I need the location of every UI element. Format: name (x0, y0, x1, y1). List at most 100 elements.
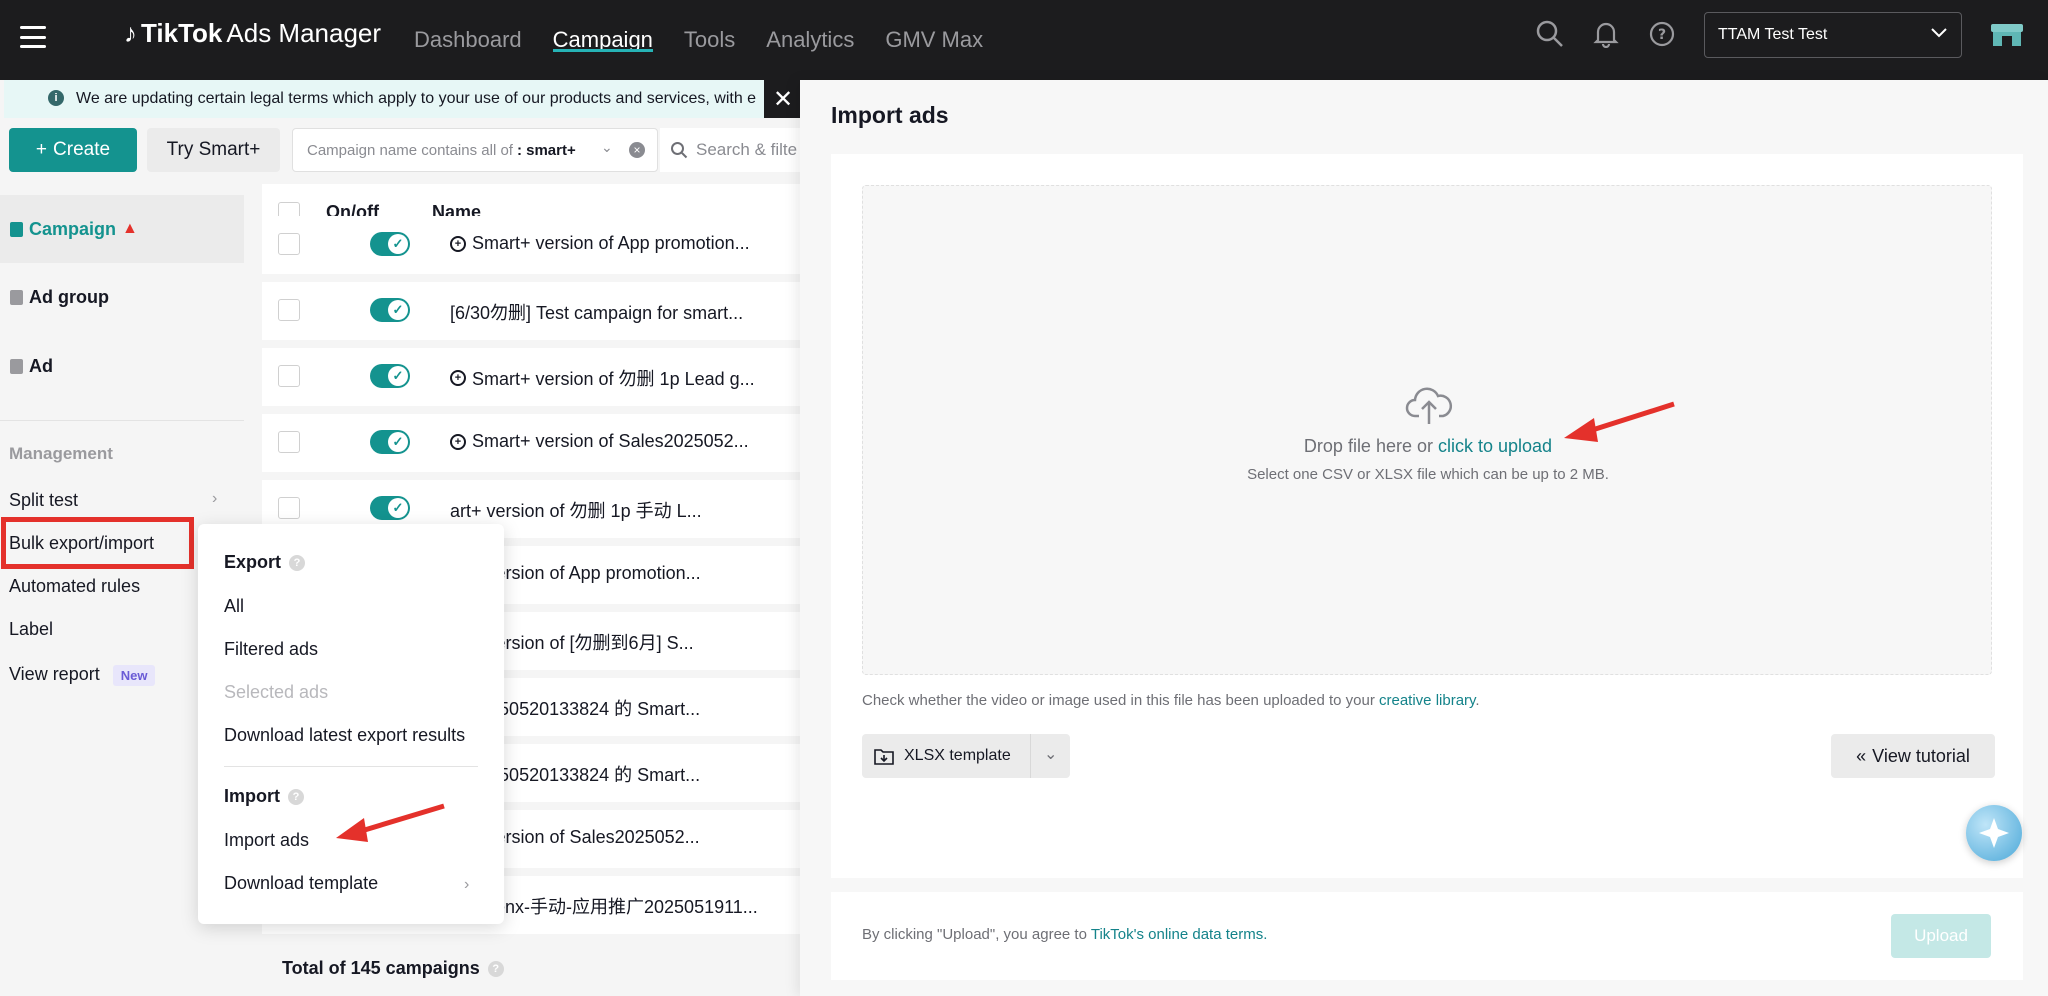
nav-gmv-max[interactable]: GMV Max (885, 0, 983, 80)
status-toggle[interactable] (370, 496, 410, 520)
menu-icon[interactable] (20, 26, 46, 48)
sidebar-item-label[interactable]: Label (9, 619, 53, 640)
campaign-name[interactable]: art+ version of 勿删 1p 手动 L... (450, 497, 702, 523)
campaign-name[interactable]: + Smart+ version of 勿删 1p Lead g... (450, 365, 755, 391)
management-heading: Management (9, 444, 113, 463)
ai-assistant-icon[interactable] (1966, 805, 2022, 861)
chevron-right-icon: › (464, 876, 470, 893)
sidebar-item-ad[interactable]: Ad (0, 332, 244, 400)
arrow-annotation (1564, 401, 1675, 442)
import-ads[interactable]: Import ads (224, 830, 309, 851)
filter-chip-value: : smart+ (516, 141, 576, 159)
arrow-annotation (336, 803, 445, 842)
row-checkbox[interactable] (278, 299, 300, 321)
folder-download-icon (874, 749, 894, 765)
campaign-name[interactable]: + Smart+ version of App promotion... (450, 233, 750, 254)
plus-icon: + (35, 139, 48, 160)
export-filtered-ads[interactable]: Filtered ads (224, 639, 318, 660)
sidebar-item-view-report[interactable]: View report New (9, 664, 156, 686)
search-icon[interactable] (1534, 18, 1566, 50)
info-icon: i (48, 90, 64, 106)
import-heading: Import ? (224, 786, 304, 807)
help-icon[interactable]: ? (289, 554, 306, 571)
xlsx-template-button[interactable]: XLSX template ⌄ (862, 734, 1070, 778)
clear-icon[interactable]: × (629, 142, 645, 158)
download-latest-export-results[interactable]: Download latest export results (224, 725, 465, 746)
top-nav-bar: ♪ TikTok Ads Manager Dashboard Campaign … (0, 0, 2048, 80)
row-checkbox[interactable] (278, 365, 300, 387)
sidebar-item-automated-rules[interactable]: Automated rules (9, 576, 140, 597)
terms-note: By clicking "Upload", you agree to TikTo… (862, 926, 1268, 943)
svg-text:?: ? (1658, 27, 1666, 43)
notice-text: We are updating certain legal terms whic… (76, 90, 757, 107)
adgroup-icon (10, 289, 23, 305)
cloud-upload-icon (1405, 384, 1453, 431)
table-row[interactable]: [6/30勿删] Test campaign for smart... (262, 282, 802, 340)
smart-plus-icon: + (450, 235, 466, 252)
status-toggle[interactable] (370, 364, 410, 388)
total-count: Total of 145 campaigns ? (282, 958, 504, 979)
drop-instructions: Drop file here or click to upload (1303, 436, 1553, 456)
sidebar-item-split-test[interactable]: Split test (9, 490, 78, 511)
status-toggle[interactable] (370, 430, 410, 454)
create-button[interactable]: + Create (9, 128, 137, 172)
search-filter-input[interactable]: Search & filte (660, 128, 802, 172)
nav-dashboard[interactable]: Dashboard (414, 0, 522, 80)
creative-check-note: Check whether the video or image used in… (862, 692, 1480, 709)
try-smart-button[interactable]: Try Smart+ (147, 128, 280, 172)
help-icon[interactable]: ? (1646, 18, 1678, 50)
bulk-export-import-menu: Export ? All Filtered ads Selected ads D… (198, 524, 504, 924)
filter-chip-prefix: Campaign name contains all of (307, 141, 513, 159)
close-icon[interactable]: ✕ (764, 80, 802, 118)
divider (224, 766, 478, 767)
chevron-down-icon (1930, 26, 1948, 44)
sidebar-item-campaign[interactable]: Campaign ▲ (0, 195, 244, 263)
ad-icon (10, 358, 23, 374)
row-checkbox[interactable] (278, 233, 300, 255)
chevron-down-icon[interactable]: ⌄ (601, 139, 613, 156)
campaign-name[interactable]: + Smart+ version of Sales2025052... (450, 431, 749, 452)
folder-icon (10, 221, 23, 237)
tiktok-ads-manager-logo[interactable]: ♪ TikTok Ads Manager (124, 18, 381, 49)
status-toggle[interactable] (370, 298, 410, 322)
search-placeholder: Search & filte (696, 140, 798, 159)
tiktok-note-icon: ♪ (124, 18, 137, 48)
divider (0, 420, 244, 421)
row-checkbox[interactable] (278, 497, 300, 519)
warning-icon: ▲ (122, 220, 138, 237)
creative-library-link[interactable]: creative library (1379, 692, 1475, 709)
file-dropzone[interactable]: Drop file here or click to upload Select… (862, 185, 1992, 675)
nav-analytics[interactable]: Analytics (766, 0, 854, 80)
nav-tools[interactable]: Tools (684, 0, 735, 80)
export-all[interactable]: All (224, 596, 244, 617)
view-tutorial-button[interactable]: « View tutorial (1831, 734, 1995, 778)
campaign-name[interactable]: [6/30勿删] Test campaign for smart... (450, 299, 743, 325)
status-toggle[interactable] (370, 232, 410, 256)
chevron-down-icon[interactable]: ⌄ (1044, 744, 1057, 764)
sidebar-item-ad-group[interactable]: Ad group (0, 263, 244, 331)
upload-button[interactable]: Upload (1891, 914, 1991, 958)
search-icon (671, 142, 688, 159)
drawer-title: Import ads (831, 102, 949, 128)
click-to-upload-link[interactable]: click to upload (1438, 436, 1552, 456)
table-row[interactable]: +Smart+ version of Sales2025052... (262, 414, 802, 472)
help-icon[interactable]: ? (487, 960, 504, 977)
smart-plus-icon: + (450, 433, 466, 450)
table-row[interactable]: +Smart+ version of App promotion... (262, 216, 802, 274)
help-icon[interactable]: ? (288, 788, 304, 805)
download-template[interactable]: Download template (224, 873, 378, 894)
nav-campaign[interactable]: Campaign (552, 0, 654, 80)
export-selected-ads: Selected ads (224, 682, 329, 702)
account-selector[interactable]: TTAM Test Test (1704, 12, 1962, 58)
data-terms-link[interactable]: TikTok's online data terms. (1091, 926, 1268, 943)
main-nav: Dashboard Campaign Tools Analytics GMV M… (414, 0, 983, 80)
import-ads-drawer: Import ads Drop file here or click to up… (800, 80, 2048, 996)
shop-icon[interactable] (1990, 20, 2024, 53)
file-requirements: Select one CSV or XLSX file which can be… (1247, 466, 1609, 483)
row-checkbox[interactable] (278, 431, 300, 453)
filter-chip[interactable]: Campaign name contains all of : smart+ ⌄… (292, 128, 658, 172)
bell-icon[interactable] (1590, 18, 1622, 50)
top-icons: ? (1534, 18, 1678, 50)
smart-plus-icon: + (450, 370, 466, 386)
table-row[interactable]: +Smart+ version of 勿删 1p Lead g... (262, 348, 802, 406)
